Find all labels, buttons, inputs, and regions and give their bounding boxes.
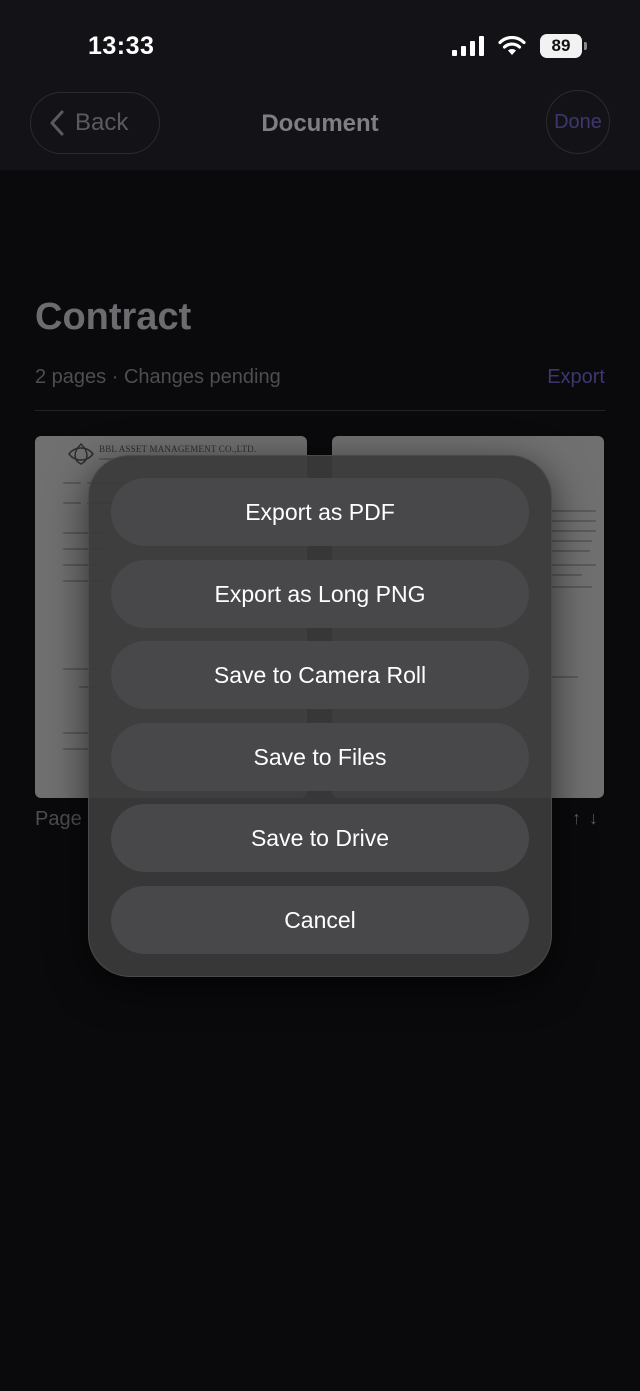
- text-line: [552, 510, 596, 512]
- text-line: [552, 564, 596, 566]
- battery-icon: 89: [540, 34, 587, 58]
- nav-title: Document: [261, 110, 379, 137]
- company-logo-icon: [68, 442, 94, 465]
- wifi-icon: [498, 36, 526, 55]
- arrow-down-icon[interactable]: ↓: [589, 808, 606, 828]
- reorder-controls: ↑↓: [572, 808, 606, 829]
- status-icons: 89: [452, 34, 587, 58]
- page-label: Page: [35, 808, 82, 830]
- text-line: [552, 540, 592, 542]
- save-camera-roll-button[interactable]: Save to Camera Roll: [111, 641, 529, 709]
- export-link[interactable]: Export: [547, 366, 605, 389]
- text-line: [552, 574, 582, 576]
- arrow-up-icon[interactable]: ↑: [572, 808, 589, 828]
- cellular-signal-icon: [452, 36, 484, 56]
- document-title: Contract: [35, 296, 192, 338]
- text-line: [552, 520, 596, 522]
- save-drive-button[interactable]: Save to Drive: [111, 804, 529, 872]
- done-button[interactable]: Done: [546, 90, 610, 154]
- text-line: [63, 502, 81, 504]
- nav-bar: Back Document Done: [0, 90, 640, 170]
- text-line: [552, 586, 592, 588]
- status-time: 13:33: [88, 32, 155, 60]
- export-action-sheet: Export as PDF Export as Long PNG Save to…: [88, 455, 552, 977]
- status-bar: 13:33 89: [0, 0, 640, 90]
- export-long-png-button[interactable]: Export as Long PNG: [111, 560, 529, 628]
- cancel-button[interactable]: Cancel: [111, 886, 529, 954]
- screen: 13:33 89 Back Document Done Contract 2 p…: [0, 0, 640, 1391]
- text-line: [552, 676, 578, 678]
- done-label: Done: [554, 110, 602, 133]
- text-line: [63, 482, 81, 484]
- text-line: [552, 550, 590, 552]
- text-line: [552, 530, 596, 532]
- save-files-button[interactable]: Save to Files: [111, 723, 529, 791]
- text-line: [63, 732, 89, 734]
- battery-level: 89: [551, 36, 571, 55]
- export-pdf-button[interactable]: Export as PDF: [111, 478, 529, 546]
- divider: [35, 410, 605, 411]
- thumbnail-heading: BBL ASSET MANAGEMENT CO.,LTD.: [99, 444, 257, 454]
- document-meta: 2 pages · Changes pending: [35, 366, 281, 388]
